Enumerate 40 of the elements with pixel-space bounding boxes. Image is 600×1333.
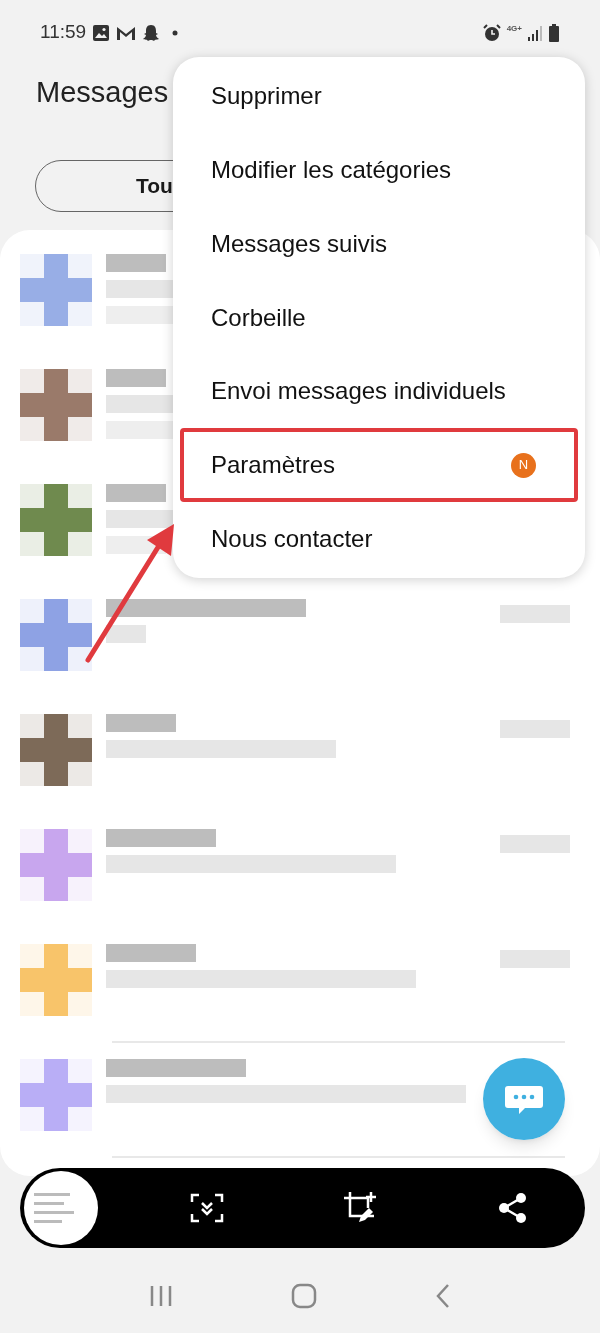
image-icon	[92, 23, 111, 42]
new-badge: N	[511, 452, 536, 478]
blurred-avatar[interactable]	[20, 254, 92, 326]
compose-button[interactable]	[483, 1058, 565, 1140]
menu-item[interactable]: Supprimer	[180, 59, 578, 133]
blurred-avatar[interactable]	[20, 369, 92, 441]
blurred-avatar[interactable]	[20, 599, 92, 671]
screenshot-thumbnail[interactable]	[24, 1171, 98, 1245]
status-time: 11:59	[40, 20, 87, 45]
menu-item-label: Envoi messages individuels	[211, 376, 506, 407]
home-icon[interactable]	[291, 1283, 317, 1309]
network-label: 4G+	[506, 24, 522, 33]
alarm-icon	[481, 22, 502, 43]
blurred-avatar[interactable]	[20, 714, 92, 786]
blurred-avatar[interactable]	[20, 1059, 92, 1131]
blurred-date	[500, 835, 570, 853]
ghost-icon	[142, 23, 161, 42]
menu-item-label: Nous contacter	[211, 524, 373, 555]
menu-item-label: Corbeille	[211, 302, 306, 333]
blurred-avatar[interactable]	[20, 829, 92, 901]
menu-item[interactable]: Corbeille	[180, 280, 578, 355]
dot-icon	[172, 29, 179, 36]
blurred-date	[500, 605, 570, 623]
menu-item[interactable]: Nous contacter	[180, 502, 578, 576]
signal-icon	[527, 23, 543, 42]
mail-icon	[116, 24, 137, 41]
blurred-date	[500, 720, 570, 738]
blurred-avatar[interactable]	[20, 484, 92, 556]
battery-icon	[548, 22, 560, 43]
back-icon[interactable]	[435, 1283, 451, 1309]
share-icon[interactable]	[498, 1192, 528, 1224]
menu-item-label: Supprimer	[211, 80, 322, 111]
page-title: Messages	[36, 74, 169, 110]
scroll-capture-icon[interactable]	[190, 1192, 224, 1224]
menu-item-label: Messages suivis	[211, 228, 388, 259]
recent-apps-icon[interactable]	[149, 1284, 173, 1308]
blurred-date	[500, 950, 570, 968]
menu-item[interactable]: Envoi messages individuels	[180, 354, 578, 429]
menu-item[interactable]: Paramètres N	[180, 428, 578, 503]
menu-item-label: Paramètres	[211, 450, 336, 481]
